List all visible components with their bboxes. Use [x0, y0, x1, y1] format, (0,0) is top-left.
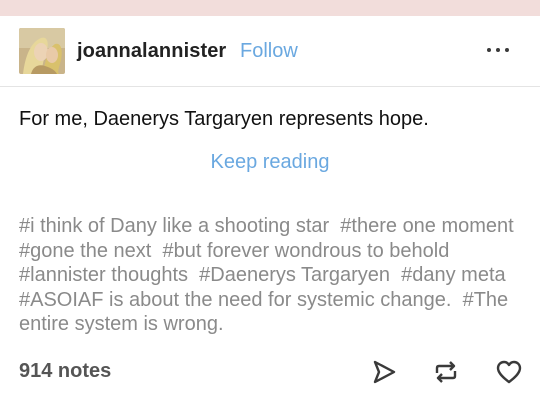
tag-item[interactable]: #lannister thoughts: [19, 264, 188, 286]
post-body-text: For me, Daenerys Targaryen represents ho…: [19, 108, 429, 130]
tag-item[interactable]: #i think of Dany like a shooting star: [19, 215, 329, 237]
username[interactable]: joannalannister: [77, 40, 226, 63]
tag-item[interactable]: #Daenerys Targaryen: [199, 264, 390, 286]
tag-item[interactable]: #dany meta: [401, 264, 506, 286]
reblog-icon[interactable]: [432, 358, 460, 386]
notes-count[interactable]: 914 notes: [19, 360, 111, 383]
top-strip: [0, 0, 540, 16]
tag-item[interactable]: #ASOIAF is about the need for systemic c…: [19, 289, 451, 311]
tag-item[interactable]: #gone the next: [19, 240, 151, 262]
tag-list: #i think of Dany like a shooting star #t…: [19, 214, 524, 337]
tag-item[interactable]: #but forever wondrous to behold: [162, 240, 449, 262]
more-dots-icon[interactable]: [484, 41, 512, 59]
send-icon[interactable]: [370, 358, 398, 386]
avatar-image: [19, 28, 65, 74]
keep-reading-link[interactable]: Keep reading: [0, 151, 540, 174]
avatar[interactable]: [19, 28, 65, 74]
follow-button[interactable]: Follow: [240, 40, 298, 63]
tag-item[interactable]: #there one moment: [340, 215, 513, 237]
heart-icon[interactable]: [495, 358, 523, 386]
